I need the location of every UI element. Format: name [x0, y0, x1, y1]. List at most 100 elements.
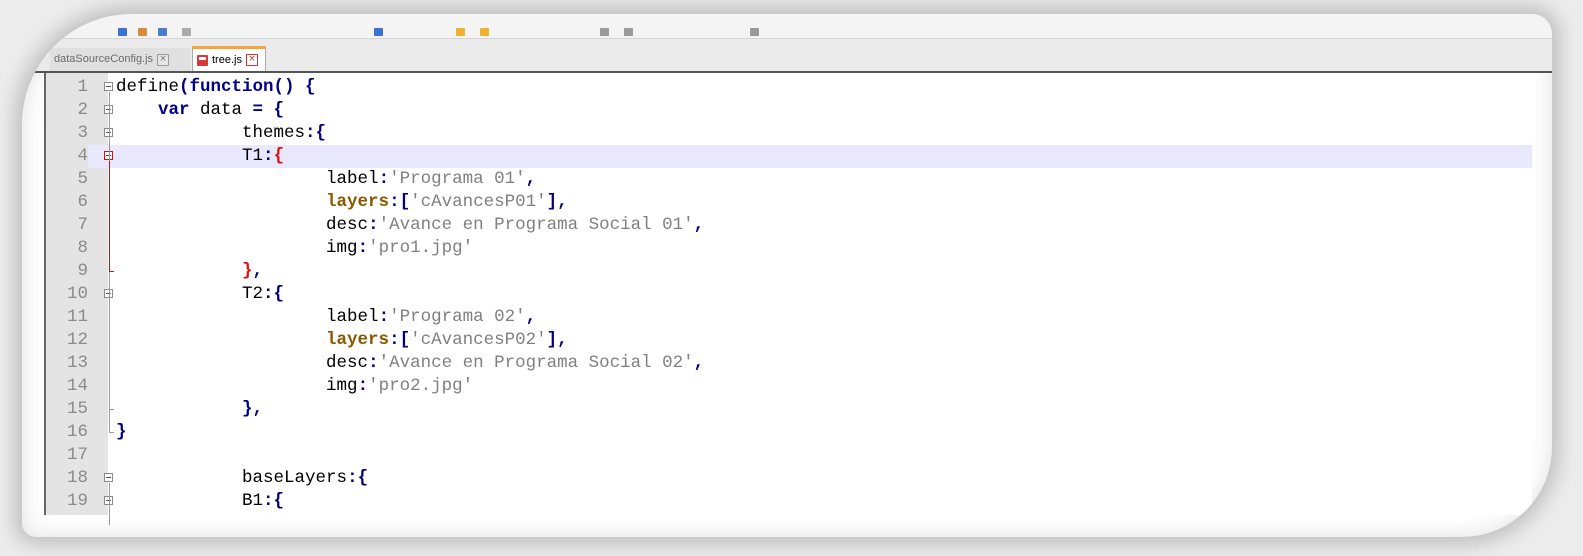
code-line[interactable]: 12 layers:['cAvancesP02'], — [46, 329, 1532, 352]
line-number: 19 — [46, 490, 88, 513]
toolbar-icon[interactable] — [138, 28, 147, 36]
code-token: :{ — [347, 468, 369, 488]
code-token: data — [189, 100, 253, 120]
code-token: img — [326, 376, 358, 396]
line-number: 5 — [46, 168, 88, 191]
line-number: 17 — [46, 444, 88, 467]
code-line[interactable]: 5 label:'Programa 01', — [46, 168, 1532, 191]
code-token: }, — [242, 399, 264, 419]
code-token: , — [252, 261, 264, 281]
code-token: 'cAvancesP02' — [410, 330, 547, 350]
code-token: 'Avance en Programa Social 02' — [378, 353, 694, 373]
code-text: img:'pro1.jpg' — [116, 237, 473, 260]
code-token: : — [263, 146, 274, 166]
code-text: var data = { — [116, 99, 284, 122]
code-text: } — [116, 421, 127, 444]
code-token: function — [189, 77, 274, 97]
toolbar-icon[interactable] — [600, 28, 609, 36]
code-editor[interactable]: 1 define(function() {2 var data = {3 them… — [44, 73, 1532, 525]
save-icon — [197, 54, 208, 66]
code-token: , — [525, 169, 537, 189]
code-text: T1:{ — [116, 145, 284, 168]
line-number: 16 — [46, 421, 88, 444]
fold-guide — [109, 483, 110, 525]
code-token: layers — [326, 330, 390, 350]
close-icon[interactable]: × — [245, 54, 258, 66]
code-token: } — [116, 422, 127, 442]
line-number: 2 — [46, 99, 88, 122]
code-token: : — [378, 169, 390, 189]
code-line[interactable]: 7 desc:'Avance en Programa Social 01', — [46, 214, 1532, 237]
code-token: = { — [252, 100, 285, 120]
code-token: label — [326, 307, 379, 327]
code-token: ], — [546, 192, 568, 212]
close-icon[interactable]: × — [157, 53, 170, 66]
code-text: layers:['cAvancesP01'], — [116, 191, 568, 214]
code-text: }, — [116, 398, 263, 421]
toolbar-icon[interactable] — [118, 28, 127, 36]
toolbar-icon[interactable] — [182, 28, 191, 36]
toolbar-icon[interactable] — [456, 28, 465, 36]
tab-label: tree.js — [212, 53, 242, 66]
line-number: 18 — [46, 467, 88, 490]
fold-toggle-icon[interactable] — [104, 473, 113, 482]
code-line[interactable]: 9 }, — [46, 260, 1532, 283]
code-token: : — [357, 238, 369, 258]
toolbar-icon[interactable] — [480, 28, 489, 36]
code-token: { — [273, 146, 285, 166]
screenshot-frame: dataSourceConfig.js × tree.js × 1 define(… — [22, 14, 1552, 537]
code-token: :{ — [305, 123, 327, 143]
code-line[interactable]: 1 define(function() { — [46, 76, 1532, 99]
code-token: : — [368, 215, 379, 235]
code-text: B1:{ — [116, 490, 284, 513]
code-token: 'Programa 01' — [389, 169, 526, 189]
code-line[interactable]: 6 layers:['cAvancesP01'], — [46, 191, 1532, 214]
code-line[interactable]: 18 baseLayers:{ — [46, 467, 1532, 490]
code-token: :{ — [263, 491, 285, 511]
code-token: , — [693, 353, 705, 373]
code-token: 'Programa 02' — [389, 307, 526, 327]
tab-label: dataSourceConfig.js — [54, 53, 154, 65]
code-line[interactable]: 2 var data = { — [46, 99, 1532, 122]
code-token: T1 — [242, 146, 264, 166]
code-text: desc:'Avance en Programa Social 01', — [116, 214, 704, 237]
toolbar-icon[interactable] — [624, 28, 633, 36]
code-token: : — [357, 376, 369, 396]
tab-datasourceconfig[interactable]: dataSourceConfig.js × — [50, 48, 190, 71]
code-line[interactable]: 16} — [46, 421, 1532, 444]
code-token: :[ — [389, 330, 411, 350]
code-token: :[ — [389, 192, 411, 212]
code-text: }, — [116, 260, 263, 283]
code-text: label:'Programa 02', — [116, 306, 536, 329]
code-line[interactable]: 8 img:'pro1.jpg' — [46, 237, 1532, 260]
code-line[interactable]: 13 desc:'Avance en Programa Social 02', — [46, 352, 1532, 375]
line-number: 4 — [46, 145, 88, 168]
code-text: desc:'Avance en Programa Social 02', — [116, 352, 704, 375]
code-line[interactable]: 19 B1:{ — [46, 490, 1532, 513]
code-line[interactable]: 15 }, — [46, 398, 1532, 421]
code-token: img — [326, 238, 358, 258]
toolbar-icon[interactable] — [374, 28, 383, 36]
code-line[interactable]: 4 T1:{ — [46, 145, 1532, 168]
code-line[interactable]: 3 themes:{ — [46, 122, 1532, 145]
toolbar-icon[interactable] — [750, 28, 759, 36]
line-number: 10 — [46, 283, 88, 306]
code-line[interactable]: 10 T2:{ — [46, 283, 1532, 306]
fold-toggle-icon[interactable] — [104, 82, 113, 91]
code-token: define — [116, 77, 180, 97]
code-token: themes — [242, 123, 306, 143]
line-number: 9 — [46, 260, 88, 283]
code-token: 'pro2.jpg' — [368, 376, 474, 396]
tab-tree-js[interactable]: tree.js × — [192, 46, 266, 71]
code-text: img:'pro2.jpg' — [116, 375, 473, 398]
code-text: T2:{ — [116, 283, 284, 306]
code-token: 'Avance en Programa Social 01' — [378, 215, 694, 235]
line-number: 12 — [46, 329, 88, 352]
fold-guide — [109, 299, 110, 410]
toolbar-icon[interactable] — [158, 28, 167, 36]
line-number: 7 — [46, 214, 88, 237]
code-line[interactable]: 17 — [46, 444, 1532, 467]
code-line[interactable]: 14 img:'pro2.jpg' — [46, 375, 1532, 398]
code-line[interactable]: 11 label:'Programa 02', — [46, 306, 1532, 329]
code-token: baseLayers — [242, 468, 348, 488]
